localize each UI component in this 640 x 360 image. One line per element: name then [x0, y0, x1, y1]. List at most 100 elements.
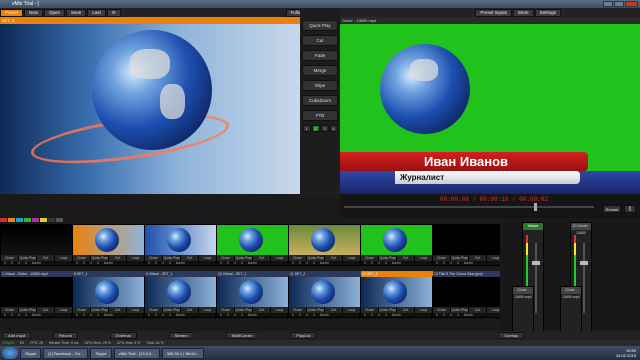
tile-overlay-button[interactable]: 3 — [376, 313, 382, 318]
input-thumbnail[interactable] — [145, 225, 217, 255]
color-tag[interactable] — [8, 218, 15, 222]
fade-button[interactable]: Fade — [302, 50, 338, 61]
input-thumbnail[interactable] — [433, 225, 505, 255]
input-thumbnail[interactable] — [217, 277, 289, 307]
multicorder-button[interactable]: MultiCorder — [225, 332, 259, 339]
tile-overlay-button[interactable]: 1 — [2, 261, 8, 266]
taskbar-item[interactable]: Skype — [20, 347, 42, 359]
tile-overlay-button[interactable]: Audio — [174, 261, 187, 266]
tile-overlay-button[interactable]: 3 — [448, 261, 454, 266]
master-fader[interactable] — [532, 243, 540, 313]
tile-overlay-button[interactable]: 4 — [239, 313, 245, 318]
tile-overlay-button[interactable]: 3 — [232, 313, 238, 318]
tile-overlay-button[interactable]: 4 — [383, 261, 389, 266]
input-thumbnail[interactable] — [73, 225, 145, 255]
tile-overlay-button[interactable]: Audio — [390, 261, 403, 266]
wipe-button[interactable]: Wipe — [302, 80, 338, 91]
input-thumbnail[interactable] — [1, 225, 73, 255]
tile-overlay-button[interactable]: 2 — [441, 313, 447, 318]
tile-overlay-button[interactable]: Audio — [30, 313, 43, 318]
tile-overlay-button[interactable]: 4 — [383, 313, 389, 318]
maximize-button[interactable] — [614, 1, 624, 7]
tile-overlay-button[interactable]: 3 — [16, 313, 22, 318]
store-button[interactable]: Store — [512, 8, 534, 17]
tile-overlay-button[interactable]: 2 — [297, 261, 303, 266]
tile-overlay-button[interactable]: 3 — [448, 313, 454, 318]
input-tile[interactable]: 10 Virtual - SET_1 Close Quick Play Cut Loop… — [216, 271, 289, 318]
input-tile[interactable]: 8 SET_1 Close Quick Play Cut Loop 1 2 3 4 Audio — [72, 271, 145, 318]
tile-overlay-button[interactable]: 4 — [95, 261, 101, 266]
tile-overlay-button[interactable]: Audio — [462, 313, 475, 318]
tile-overlay-button[interactable]: 4 — [311, 313, 317, 318]
tile-overlay-button[interactable]: 3 — [16, 261, 22, 266]
preset-button[interactable]: Preset — [0, 8, 24, 17]
tile-overlay-button[interactable]: 1 — [434, 261, 440, 266]
color-tag[interactable] — [40, 218, 47, 222]
tile-overlay-button[interactable]: 1 — [290, 313, 296, 318]
tile-overlay-button[interactable]: 2 — [9, 261, 15, 266]
tile-overlay-button[interactable]: 1 — [2, 313, 8, 318]
cut-button[interactable]: Cut — [302, 35, 338, 46]
tile-overlay-button[interactable]: 3 — [304, 313, 310, 318]
transition-4[interactable]: 4 — [329, 125, 338, 132]
pause-button[interactable]: || — [624, 205, 636, 213]
input-tile[interactable]: 9 Virtual - SET_1 Close Quick Play Cut Loop 1… — [144, 271, 217, 318]
transition-1[interactable]: 1 — [302, 125, 311, 132]
tile-overlay-button[interactable]: 4 — [23, 313, 29, 318]
tile-overlay-button[interactable]: Audio — [390, 313, 403, 318]
input-tile[interactable]: 11 SET_2 Close Quick Play Cut Loop 1 2 3 4 Audio — [288, 271, 361, 318]
tile-overlay-button[interactable]: 4 — [455, 313, 461, 318]
tile-overlay-button[interactable]: 3 — [232, 261, 238, 266]
tile-overlay-button[interactable]: 2 — [369, 313, 375, 318]
color-tag[interactable] — [56, 218, 63, 222]
tile-overlay-button[interactable]: 4 — [167, 313, 173, 318]
tile-overlay-button[interactable]: Audio — [246, 261, 259, 266]
tile-overlay-button[interactable]: 2 — [153, 313, 159, 318]
refresh-icon[interactable]: ⟳ — [106, 8, 121, 17]
input-thumbnail[interactable] — [289, 225, 361, 255]
cubezoom-button[interactable]: CubeZoom — [302, 95, 338, 106]
tile-overlay-button[interactable]: 4 — [311, 261, 317, 266]
input-thumbnail[interactable] — [433, 277, 505, 307]
tile-overlay-button[interactable]: 3 — [160, 313, 166, 318]
stream-button[interactable]: Stream — [168, 332, 194, 339]
color-tag[interactable] — [0, 218, 7, 222]
input-thumbnail[interactable] — [361, 277, 433, 307]
tile-overlay-button[interactable]: 4 — [23, 261, 29, 266]
input-tile[interactable]: Close Quick Play Cut Loop 1 2 3 4 Audio — [72, 224, 145, 266]
tile-overlay-button[interactable]: 3 — [88, 313, 94, 318]
tile-overlay-button[interactable]: 1 — [218, 261, 224, 266]
save-button[interactable]: Save — [66, 8, 87, 17]
taskbar-item[interactable]: Skype — [90, 347, 112, 359]
strip-2-fader[interactable] — [580, 243, 588, 313]
seek-knob[interactable] — [534, 203, 537, 211]
output-window[interactable]: Иван Иванов Журналист — [340, 24, 640, 194]
color-tag[interactable] — [16, 218, 23, 222]
tile-overlay-button[interactable]: 3 — [376, 261, 382, 266]
tile-overlay-button[interactable]: Audio — [102, 313, 115, 318]
seek-bar[interactable] — [344, 203, 594, 211]
tile-overlay-button[interactable]: 4 — [95, 313, 101, 318]
ftb-button[interactable]: FTB — [302, 110, 338, 121]
start-button[interactable] — [2, 347, 18, 359]
tile-overlay-button[interactable]: 2 — [225, 313, 231, 318]
external-button[interactable]: External — [110, 332, 137, 339]
tile-overlay-button[interactable]: 2 — [153, 261, 159, 266]
tile-overlay-button[interactable]: Audio — [174, 313, 187, 318]
add-input-button[interactable]: Add Input — [2, 332, 32, 339]
tile-overlay-button[interactable]: 1 — [290, 261, 296, 266]
color-tag[interactable] — [32, 218, 39, 222]
record-button[interactable]: Record — [53, 332, 79, 339]
tile-overlay-button[interactable]: 1 — [74, 313, 80, 318]
quick-play-button[interactable]: Quick Play — [302, 20, 338, 31]
tile-overlay-button[interactable]: 2 — [297, 313, 303, 318]
taskbar-item[interactable]: 385.36.1 | Bit 64... — [161, 347, 205, 359]
tile-overlay-button[interactable]: 1 — [362, 261, 368, 266]
tile-overlay-button[interactable]: 1 — [74, 261, 80, 266]
input-tile[interactable]: Close Quick Play Cut Loop 1 2 3 4 Audio — [432, 224, 505, 266]
tile-overlay-button[interactable]: 4 — [167, 261, 173, 266]
input-thumbnail[interactable] — [1, 277, 73, 307]
tile-overlay-button[interactable]: 2 — [9, 313, 15, 318]
new-button[interactable]: New — [24, 8, 44, 17]
input-tile[interactable]: Close Quick Play Cut Loop 1 2 3 4 Audio — [288, 224, 361, 266]
